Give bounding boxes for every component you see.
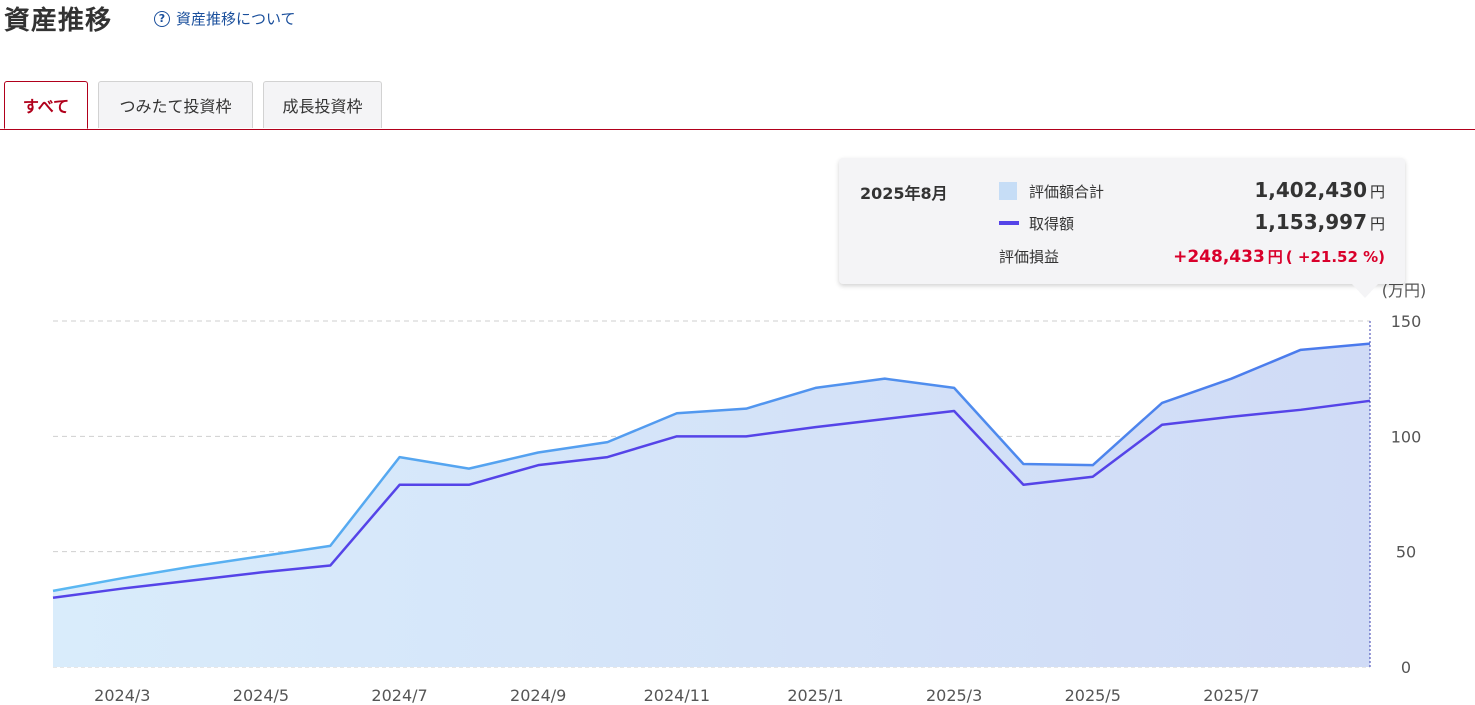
y-tick-label: 50 <box>1396 543 1416 562</box>
tooltip-value: 1,153,997 円 <box>1254 210 1385 234</box>
chart-tooltip: 2025年8月 評価額合計 1,402,430 円 取得額 1,153,997 円 … <box>839 158 1405 284</box>
y-tick-label: 100 <box>1391 427 1422 446</box>
tooltip-value: 1,402,430 円 <box>1254 178 1385 202</box>
cost-line-swatch <box>999 221 1019 225</box>
x-tick-label: 2025/1 <box>787 686 843 705</box>
valuation-swatch <box>999 182 1017 200</box>
tooltip-label: 評価損益 <box>999 248 1060 266</box>
y-tick-label: 150 <box>1391 312 1422 331</box>
tooltip-label: 評価額合計 <box>1029 183 1105 201</box>
tooltip-row-cost: 取得額 1,153,997 円 <box>999 210 1385 236</box>
x-tick-label: 2024/5 <box>233 686 289 705</box>
x-tick-label: 2025/5 <box>1065 686 1121 705</box>
x-tick-label: 2024/9 <box>510 686 566 705</box>
tooltip-date: 2025年8月 <box>860 184 948 203</box>
x-tick-label: 2024/3 <box>94 686 150 705</box>
x-tick-label: 2025/3 <box>926 686 982 705</box>
tooltip-arrow <box>1352 284 1378 298</box>
x-tick-label: 2024/7 <box>371 686 427 705</box>
tooltip-row-valuation: 評価額合計 1,402,430 円 <box>999 178 1385 204</box>
valuation-area <box>53 343 1370 667</box>
asset-chart[interactable]: 050100150(万円)2024/3 2024/5 2024/7 2024/9 202… <box>0 0 1475 705</box>
tooltip-gain-value: +248,433 円( +21.52 %) <box>1173 247 1385 267</box>
y-tick-label: 0 <box>1401 658 1411 677</box>
tooltip-label: 取得額 <box>1029 215 1075 233</box>
x-tick-label: 2024/11 <box>644 686 710 705</box>
chart-area-layer <box>52 321 1371 667</box>
tooltip-row-gain: 評価損益 +248,433 円( +21.52 %) <box>999 243 1385 269</box>
x-tick-label: 2025/7 <box>1203 686 1259 705</box>
